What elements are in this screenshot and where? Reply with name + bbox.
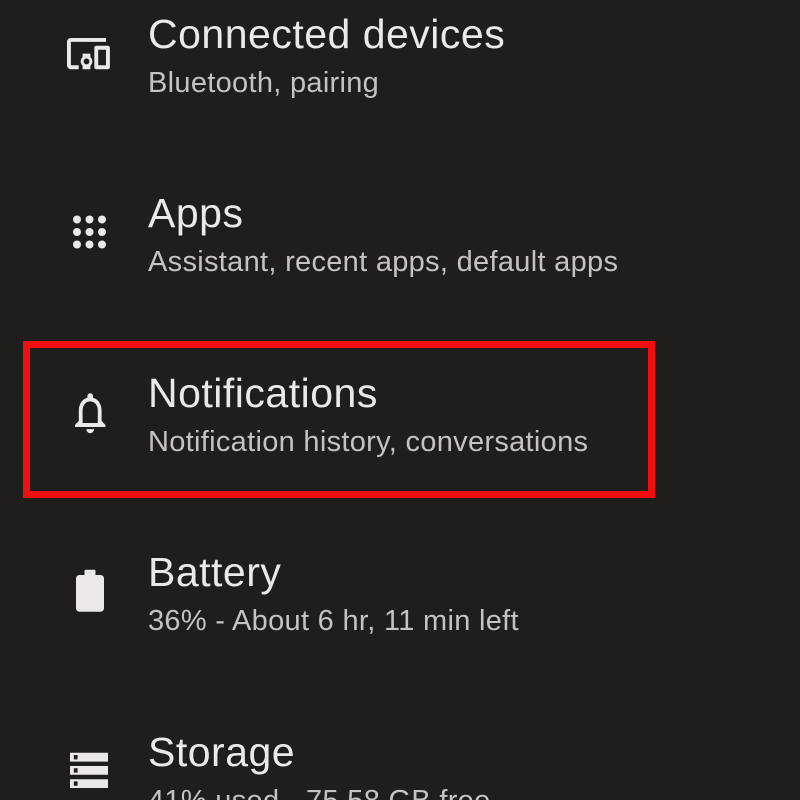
settings-item-summary: Assistant, recent apps, default apps — [148, 246, 619, 279]
settings-item-title: Storage — [148, 728, 296, 775]
settings-item-text: Connected devices Bluetooth, pairing — [148, 10, 788, 101]
settings-item-apps[interactable]: Apps Assistant, recent apps, default app… — [0, 189, 800, 359]
settings-item-text: Notifications Notification history, conv… — [148, 369, 788, 460]
settings-item-battery[interactable]: Battery 36% - About 6 hr, 11 min left — [0, 548, 800, 718]
settings-screen: Connected devices Bluetooth, pairing App… — [0, 0, 800, 800]
settings-item-summary: Bluetooth, pairing — [148, 67, 380, 99]
settings-item-text: Apps Assistant, recent apps, default app… — [148, 189, 788, 280]
battery-icon — [62, 564, 118, 620]
settings-item-storage[interactable]: Storage 41% used - 75.58 GB free — [0, 728, 800, 800]
storage-icon — [62, 744, 118, 800]
settings-item-title: Notifications — [148, 369, 378, 416]
settings-item-notifications[interactable]: Notifications Notification history, conv… — [0, 369, 800, 539]
settings-item-title: Connected devices — [148, 11, 506, 57]
devices-icon — [62, 26, 118, 82]
bell-icon — [62, 385, 118, 441]
settings-item-title: Apps — [148, 190, 244, 237]
apps-grid-icon — [62, 205, 118, 261]
settings-item-connected-devices[interactable]: Connected devices Bluetooth, pairing — [0, 10, 800, 180]
settings-item-summary: 36% - About 6 hr, 11 min left — [148, 605, 519, 638]
settings-item-text: Battery 36% - About 6 hr, 11 min left — [148, 548, 788, 639]
settings-item-text: Storage 41% used - 75.58 GB free — [148, 728, 788, 800]
settings-item-title: Battery — [148, 549, 282, 596]
settings-item-summary: 41% used - 75.58 GB free — [148, 783, 788, 800]
settings-item-summary: Notification history, conversations — [148, 425, 589, 458]
